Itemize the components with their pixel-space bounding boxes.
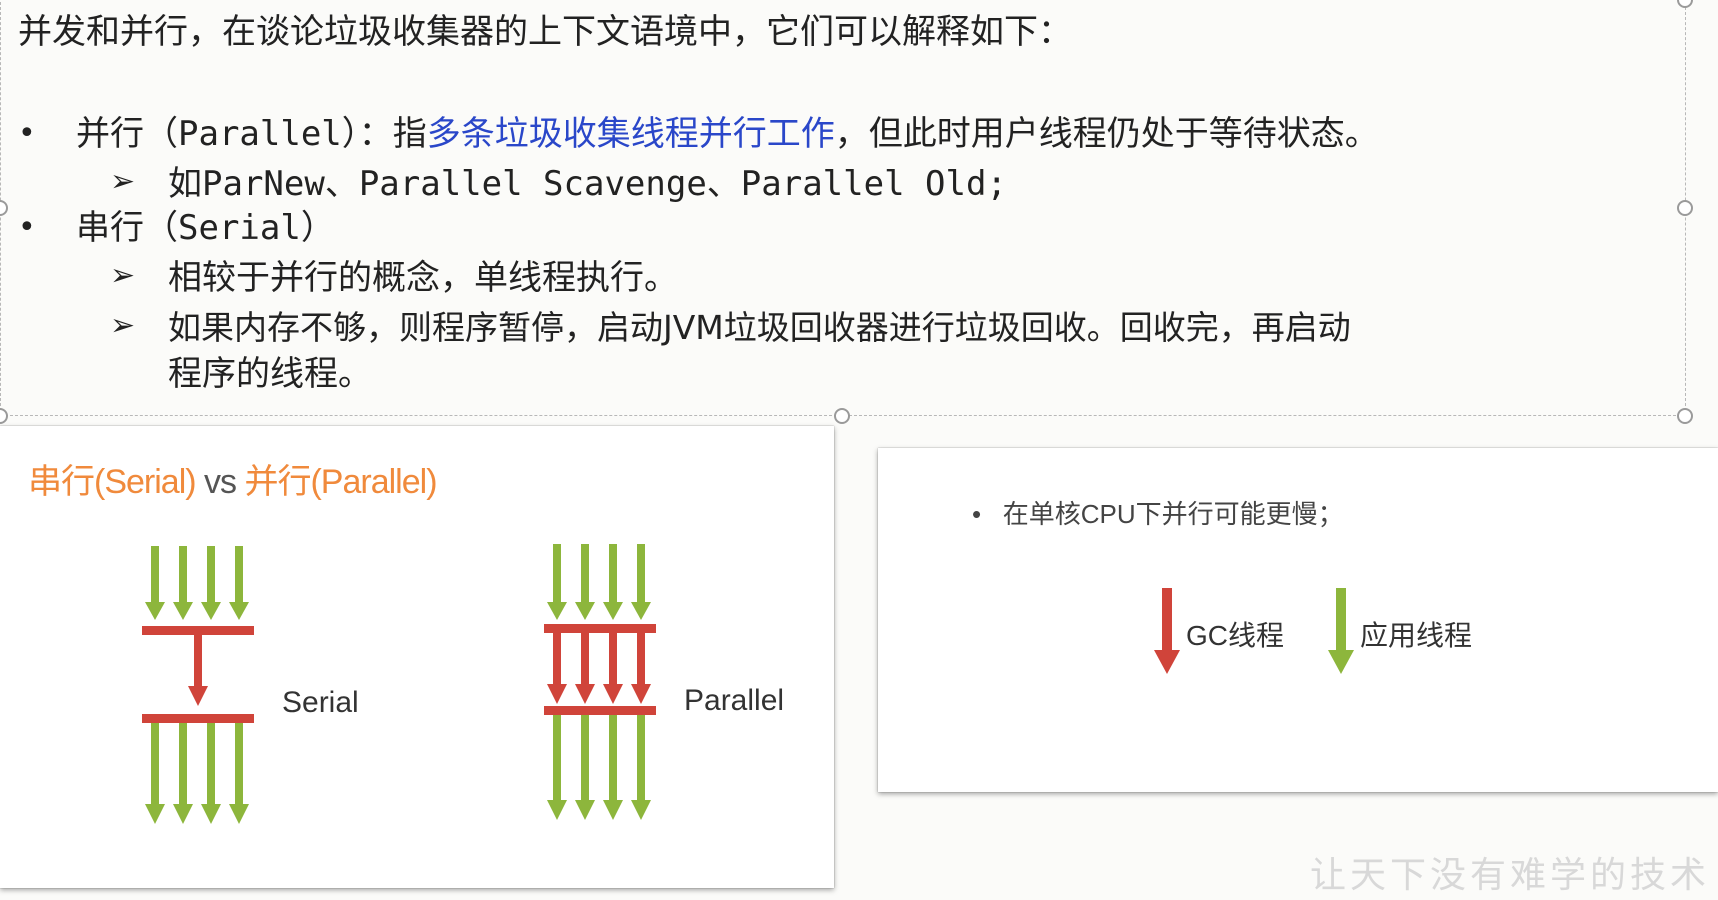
serial-sub2-line2: 程序的线程。 bbox=[168, 354, 372, 394]
bullet-dot: • bbox=[18, 210, 36, 245]
app-thread-arrow-icon bbox=[1328, 588, 1354, 674]
resize-handle-middle-right[interactable] bbox=[1677, 200, 1693, 216]
parallel-highlight: 多条垃圾收集线程并行工作 bbox=[426, 114, 835, 154]
resize-handle-bottom-center[interactable] bbox=[834, 408, 850, 424]
parallel-diagram bbox=[544, 544, 656, 820]
green-arrow-icon bbox=[201, 546, 221, 620]
title-parallel: 并行(Parallel) bbox=[244, 463, 437, 501]
parallel-prefix: 并行 bbox=[76, 114, 144, 154]
red-arrow-icon bbox=[547, 633, 567, 704]
red-arrow-icon bbox=[575, 633, 595, 704]
resize-handle-bottom-right[interactable] bbox=[1677, 408, 1693, 424]
green-arrow-icon bbox=[631, 715, 651, 820]
green-arrow-group-bottom bbox=[145, 723, 249, 824]
green-arrow-icon bbox=[145, 723, 165, 824]
legend-app-thread: 应用线程 bbox=[1360, 620, 1473, 651]
bullet-dot: • bbox=[18, 116, 36, 151]
intro-line: 并发和并行，在谈论垃圾收集器的上下文语境中，它们可以解释如下： bbox=[18, 12, 1072, 52]
green-arrow-icon bbox=[229, 546, 249, 620]
gc-bar-top bbox=[142, 626, 254, 635]
serial-sub1: 相较于并行的概念，单线程执行。 bbox=[168, 258, 678, 298]
green-arrow-group-bottom bbox=[547, 715, 651, 820]
green-arrow-icon bbox=[229, 723, 249, 824]
green-arrow-icon bbox=[173, 546, 193, 620]
red-arrow-group bbox=[547, 633, 651, 704]
title-serial: 串行(Serial) bbox=[28, 463, 197, 501]
red-arrow-icon bbox=[188, 635, 208, 706]
green-arrow-icon bbox=[631, 544, 651, 620]
green-arrow-icon bbox=[603, 544, 623, 620]
serial-vs-parallel-panel[interactable]: 串行(Serial) vs 并行(Parallel) Serial Parall… bbox=[0, 426, 834, 888]
parallel-mid: 指 bbox=[392, 114, 427, 154]
parallel-label: Parallel bbox=[684, 684, 785, 717]
parallel-examples: 如ParNew、Parallel Scavenge、Parallel Old; bbox=[168, 164, 1007, 204]
parallel-definition: 并行（Parallel）：指多条垃圾收集线程并行工作，但此时用户线程仍处于等待状… bbox=[76, 114, 1379, 154]
serial-heading: 串行（Serial） bbox=[76, 208, 335, 248]
gc-bar-bottom bbox=[142, 714, 254, 723]
gc-thread-arrow-icon bbox=[1154, 588, 1180, 674]
arrow-bullet: ➢ bbox=[110, 308, 136, 343]
serial-label: Serial bbox=[282, 686, 359, 719]
green-arrow-icon bbox=[201, 723, 221, 824]
title-vs: vs bbox=[195, 463, 245, 501]
red-arrow-icon bbox=[603, 633, 623, 704]
green-arrow-group-top bbox=[145, 546, 249, 620]
serial-term: （Serial） bbox=[144, 208, 335, 248]
watermark: 让天下没有难学的技术 bbox=[1309, 855, 1710, 896]
green-arrow-icon bbox=[603, 715, 623, 820]
green-arrow-group-top bbox=[547, 544, 651, 620]
bullet-dot: • bbox=[972, 499, 1003, 529]
single-core-note-panel[interactable]: • 在单核CPU下并行可能更慢； GC线程 应用线程 bbox=[878, 448, 1718, 792]
red-arrow-icon bbox=[631, 633, 651, 704]
green-arrow-icon bbox=[575, 715, 595, 820]
green-arrow-icon bbox=[547, 715, 567, 820]
serial-diagram bbox=[142, 546, 254, 824]
gc-bar-bottom bbox=[544, 706, 656, 715]
single-core-note: • 在单核CPU下并行可能更慢； bbox=[972, 494, 1344, 531]
parallel-term: （Parallel）： bbox=[144, 114, 393, 154]
arrow-bullet: ➢ bbox=[110, 258, 136, 293]
diagram-title: 串行(Serial) vs 并行(Parallel) bbox=[28, 454, 438, 503]
gc-bar-top bbox=[544, 624, 656, 633]
arrow-bullet: ➢ bbox=[110, 164, 136, 199]
parallel-suffix: ，但此时用户线程仍处于等待状态。 bbox=[834, 114, 1379, 154]
green-arrow-icon bbox=[173, 723, 193, 824]
green-arrow-icon bbox=[575, 544, 595, 620]
examples-prefix: 如 bbox=[168, 164, 202, 204]
legend-gc-thread: GC线程 bbox=[1186, 620, 1285, 651]
serial-sub2-line1: 如果内存不够，则程序暂停，启动JVM垃圾回收器进行垃圾回收。回收完，再启动 bbox=[168, 308, 1351, 347]
serial-prefix: 串行 bbox=[76, 208, 144, 248]
green-arrow-icon bbox=[547, 544, 567, 620]
green-arrow-icon bbox=[145, 546, 165, 620]
note-text: 在单核CPU下并行可能更慢； bbox=[1002, 499, 1344, 529]
examples-list: ParNew、Parallel Scavenge、Parallel Old; bbox=[202, 164, 1007, 204]
